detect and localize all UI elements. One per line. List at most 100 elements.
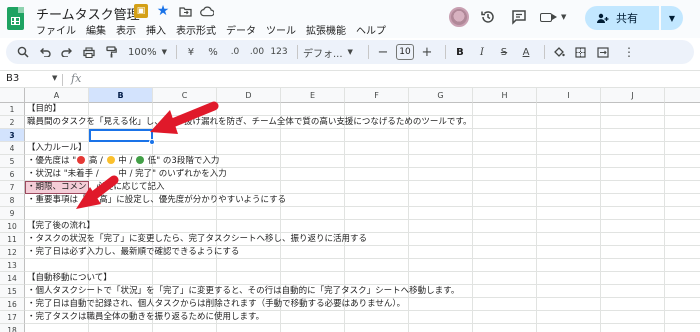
row-header[interactable]: 4 (0, 142, 25, 155)
bold-button[interactable]: B (451, 42, 469, 62)
menu-view[interactable]: 表示 (111, 22, 141, 37)
video-camera-icon (540, 12, 557, 22)
font-family-select[interactable]: デフォ... ▼ (303, 42, 359, 62)
cell-a17[interactable]: ・完了タスクは職員全体の動きを振り返るために使用します。 (27, 311, 264, 324)
currency-format-button[interactable]: ¥ (182, 42, 200, 62)
row-header[interactable]: 7 (0, 181, 25, 194)
column-header-a[interactable]: A (25, 88, 89, 103)
cell-a1[interactable]: 【目的】 (27, 103, 61, 116)
name-box[interactable]: B3 (6, 73, 19, 84)
select-all-corner[interactable] (0, 88, 25, 103)
row-header[interactable]: 15 (0, 285, 25, 298)
cell-a2[interactable]: 職員間のタスクを「見える化」し、 の抜け漏れを防ぎ、チーム全体で質の高い支援につ… (27, 116, 471, 129)
cell-a7[interactable]: ・期限、コメン 必要に応じて記入 (27, 181, 165, 194)
percent-format-button[interactable]: % (204, 42, 222, 62)
row-header[interactable]: 1 (0, 103, 25, 116)
fill-color-icon[interactable] (550, 42, 568, 62)
row-header[interactable]: 14 (0, 272, 25, 285)
cell-a8[interactable]: ・重要事項は「 高」に設定し、優先度が分かりやすいようにする (27, 194, 286, 207)
row-header[interactable]: 2 (0, 116, 25, 129)
chevron-down-icon[interactable]: ▼ (52, 74, 57, 82)
row-header[interactable]: 17 (0, 311, 25, 324)
row-header[interactable]: 12 (0, 246, 25, 259)
cell-a12[interactable]: ・完了日は必ず入力し、最新順で確認できるようにする (27, 246, 239, 259)
selected-cell-b3[interactable] (89, 129, 153, 142)
strikethrough-button[interactable]: S (495, 42, 513, 62)
decrease-decimal-button[interactable]: .0 (226, 42, 244, 62)
column-header-j[interactable]: J (601, 88, 665, 103)
row-header[interactable]: 16 (0, 298, 25, 311)
font-size-increase-button[interactable]: + (418, 42, 436, 62)
star-icon[interactable]: ★ (156, 3, 170, 19)
more-options-icon[interactable]: ⋮ (620, 42, 638, 62)
move-folder-icon[interactable] (178, 4, 192, 18)
important-rule-suffix: 高」に設定し、優先度が分かりやすいようにする (96, 195, 287, 205)
cell-a16[interactable]: ・完了日は自動で記録され、個人タスクからは削除されます（手動で移動する必要はあり… (27, 298, 405, 311)
number-format-button[interactable]: 123 (270, 42, 288, 62)
sheets-logo-icon[interactable] (7, 7, 24, 30)
meet-button[interactable]: ▼ (540, 8, 570, 26)
print-icon[interactable] (80, 42, 98, 62)
row-header[interactable]: 9 (0, 207, 25, 220)
column-header-k[interactable] (665, 88, 700, 103)
search-menus-icon[interactable] (14, 42, 32, 62)
formula-input[interactable] (90, 73, 690, 86)
fill-handle[interactable] (149, 139, 155, 145)
history-icon[interactable] (479, 8, 497, 26)
row-header[interactable]: 10 (0, 220, 25, 233)
undo-icon[interactable] (36, 42, 54, 62)
column-header-i[interactable]: I (537, 88, 601, 103)
row-header[interactable]: 6 (0, 168, 25, 181)
column-header-d[interactable]: D (217, 88, 281, 103)
cell-a15[interactable]: ・個人タスクシートで「状況」を「完了」に変更すると、その行は自動的に「完了タスク… (27, 285, 459, 298)
row-header[interactable]: 18 (0, 324, 25, 332)
cell-a7-text: ・期限、コメン (27, 182, 87, 192)
toolbar-divider (367, 45, 369, 59)
collaborator-avatar[interactable] (449, 7, 469, 27)
label-icon[interactable]: ▣ (134, 4, 148, 18)
row-header[interactable]: 5 (0, 155, 25, 168)
increase-decimal-button[interactable]: .00 (248, 42, 266, 62)
share-label: 共有 (616, 12, 638, 25)
comment-icon[interactable] (510, 8, 528, 26)
spreadsheet-grid[interactable]: A B C D E F G H I J 1 2 3 4 5 6 7 8 9 10… (0, 88, 700, 332)
cell-a11[interactable]: ・タスクの状況を「完了」に変更したら、完了タスクシートへ移し、振り返りに活用する (27, 233, 367, 246)
menu-bar: ファイル 編集 表示 挿入 表示形式 データ ツール 拡張機能 ヘルプ (36, 22, 391, 37)
cell-a10[interactable]: 【完了後の流れ】 (27, 220, 95, 233)
italic-button[interactable]: I (473, 42, 491, 62)
font-size-decrease-button[interactable]: − (374, 42, 392, 62)
redo-icon[interactable] (58, 42, 76, 62)
column-header-h[interactable]: H (473, 88, 537, 103)
menu-extensions[interactable]: 拡張機能 (301, 22, 351, 37)
menu-tools[interactable]: ツール (261, 22, 301, 37)
cell-a4[interactable]: 【入力ルール】 (27, 142, 87, 155)
column-header-b[interactable]: B (89, 88, 153, 103)
cloud-status-icon[interactable] (200, 4, 214, 18)
share-dropdown-button[interactable]: ▼ (661, 6, 683, 30)
cell-a14[interactable]: 【自動移動について】 (27, 272, 112, 285)
row-header[interactable]: 13 (0, 259, 25, 272)
row-header[interactable]: 8 (0, 194, 25, 207)
merge-cells-icon[interactable] (594, 42, 612, 62)
row-header[interactable]: 11 (0, 233, 25, 246)
menu-file[interactable]: ファイル (36, 22, 81, 37)
cell-a6[interactable]: ・状況は "未着手 / 中 / 完了" のいずれかを入力 (27, 168, 227, 181)
column-header-f[interactable]: F (345, 88, 409, 103)
menu-data[interactable]: データ (221, 22, 261, 37)
row-header-selected[interactable]: 3 (0, 129, 25, 142)
paint-format-icon[interactable] (102, 42, 120, 62)
column-header-g[interactable]: G (409, 88, 473, 103)
text-color-button[interactable]: A (517, 42, 535, 62)
share-button[interactable]: 共有 (585, 6, 659, 30)
borders-icon[interactable] (572, 42, 590, 62)
document-title[interactable]: チームタスク管理 (36, 4, 140, 23)
font-size-input[interactable]: 10 (395, 44, 414, 60)
cell-a5[interactable]: ・優先度は " 高 / 中 / 低" の3段階で入力 (27, 155, 219, 168)
menu-help[interactable]: ヘルプ (351, 22, 391, 37)
column-header-e[interactable]: E (281, 88, 345, 103)
menu-insert[interactable]: 挿入 (141, 22, 171, 37)
menu-format[interactable]: 表示形式 (171, 22, 221, 37)
column-header-c[interactable]: C (153, 88, 217, 103)
zoom-select[interactable]: 100% ▼ (128, 42, 167, 62)
menu-edit[interactable]: 編集 (81, 22, 111, 37)
